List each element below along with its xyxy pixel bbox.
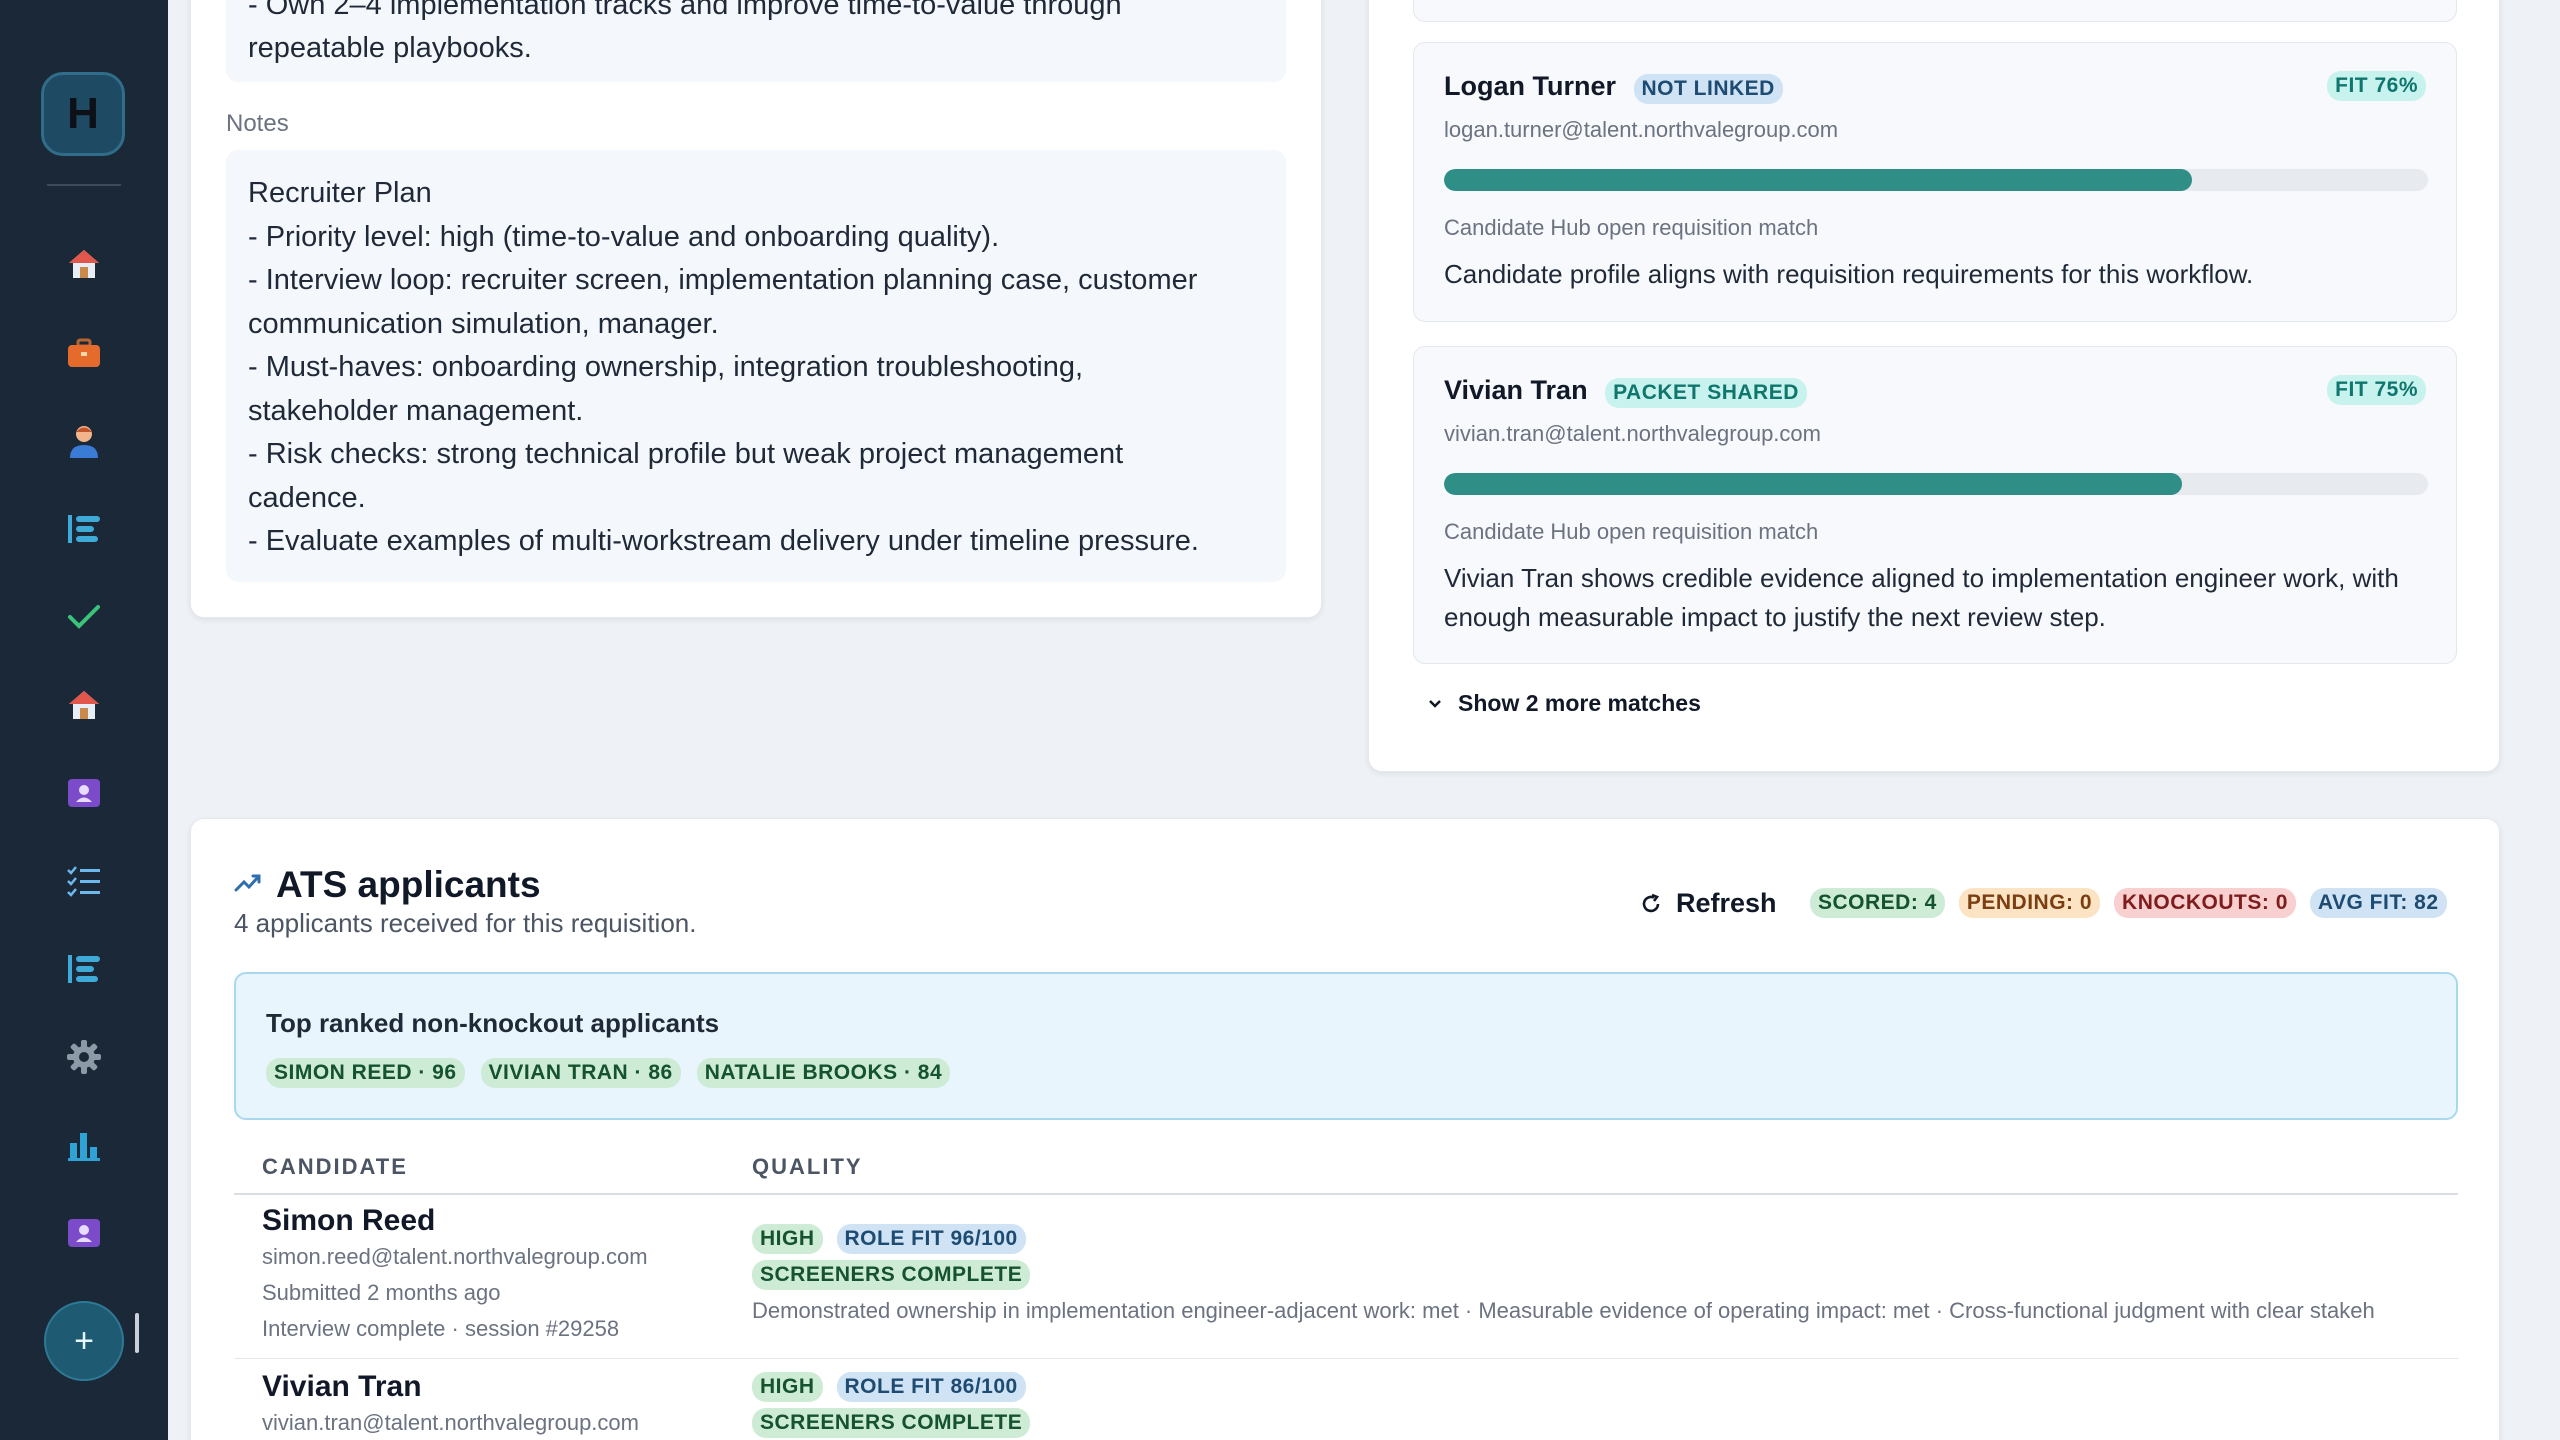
trending-up-icon bbox=[234, 874, 261, 892]
check-icon[interactable] bbox=[64, 597, 104, 637]
screeners-badge: SCREENERS COMPLETE bbox=[752, 1408, 1031, 1438]
home-icon[interactable] bbox=[64, 685, 104, 725]
notes-line: - Interview loop: recruiter screen, impl… bbox=[248, 264, 1198, 296]
refresh-icon bbox=[1642, 893, 1660, 912]
notes-line: - Risk checks: strong technical profile … bbox=[248, 438, 1124, 470]
notes-line: communication simulation, manager. bbox=[248, 307, 719, 340]
candidate-interview-status: Interview complete · session #29258 bbox=[262, 1316, 620, 1341]
top-ranked-chip[interactable]: NATALIE BROOKS · 84 bbox=[696, 1058, 951, 1088]
notes-line: Recruiter Plan bbox=[248, 177, 432, 209]
person-icon[interactable] bbox=[64, 421, 104, 461]
ats-subtitle: 4 applicants received for this requisiti… bbox=[234, 908, 697, 938]
column-header-quality[interactable]: QUALITY bbox=[752, 1154, 863, 1180]
responsibilities-box: - Own 2–4 implementation tracks and impr… bbox=[226, 0, 1286, 82]
fit-badge: FIT 76% bbox=[2327, 71, 2426, 101]
role-fit-badge: ROLE FIT 96/100 bbox=[836, 1224, 1026, 1254]
quality-level-badge: HIGH bbox=[752, 1372, 823, 1402]
contact-card-icon[interactable] bbox=[64, 1213, 104, 1253]
match-card[interactable]: Vivian Tran PACKET SHARED FIT 75% vivian… bbox=[1413, 346, 2457, 664]
match-email: logan.turner@talent.northvalegroup.com bbox=[1444, 117, 1839, 142]
list-icon[interactable] bbox=[64, 949, 104, 989]
notes-line: - Must-haves: onboarding ownership, inte… bbox=[248, 351, 1084, 383]
match-name-text: Logan Turner bbox=[1444, 71, 1616, 101]
match-name: Vivian Tran PACKET SHARED bbox=[1444, 375, 1807, 408]
candidate-email: vivian.tran@talent.northvalegroup.com bbox=[262, 1410, 639, 1435]
add-button[interactable]: + bbox=[44, 1301, 124, 1381]
top-ranked-panel: Top ranked non-knockout applicants SIMON… bbox=[234, 972, 2458, 1120]
match-source: Candidate Hub open requisition match bbox=[1444, 215, 1819, 240]
fit-progress-bar bbox=[1444, 169, 2428, 191]
top-ranked-chip[interactable]: VIVIAN TRAN · 86 bbox=[480, 1058, 681, 1088]
top-ranked-title: Top ranked non-knockout applicants bbox=[266, 1008, 720, 1038]
checklist-icon[interactable] bbox=[64, 861, 104, 901]
refresh-label: Refresh bbox=[1676, 888, 1777, 918]
match-email: vivian.tran@talent.northvalegroup.com bbox=[1444, 421, 1821, 446]
gear-icon[interactable] bbox=[64, 1037, 104, 1077]
match-name: Logan Turner NOT LINKED bbox=[1444, 71, 1783, 104]
quality-badges: HIGH ROLE FIT 96/100 bbox=[752, 1224, 1026, 1254]
top-ranked-chip[interactable]: SIMON REED · 96 bbox=[266, 1058, 465, 1088]
fit-badge: FIT 75% bbox=[2327, 375, 2426, 405]
list-icon[interactable] bbox=[64, 509, 104, 549]
quality-level-badge: HIGH bbox=[752, 1224, 823, 1254]
evidence-summary: Demonstrated ownership in implementation… bbox=[752, 1298, 2375, 1323]
refresh-button[interactable]: Refresh bbox=[1640, 888, 1777, 919]
notes-line: - Evaluate examples of multi-workstream … bbox=[248, 525, 1199, 557]
candidate-name[interactable]: Vivian Tran bbox=[262, 1370, 422, 1404]
fit-progress-fill bbox=[1444, 473, 2182, 495]
responsibility-line: - Own 2–4 implementation tracks and impr… bbox=[248, 0, 1122, 21]
chevron-down-icon bbox=[1429, 699, 1441, 708]
pending-badge: PENDING: 0 bbox=[1958, 888, 2101, 918]
show-more-label: Show 2 more matches bbox=[1458, 690, 1701, 716]
match-description: Candidate profile aligns with requisitio… bbox=[1444, 259, 2254, 289]
notes-box: Recruiter Plan - Priority level: high (t… bbox=[226, 150, 1286, 582]
sidebar-divider bbox=[47, 184, 121, 186]
packet-status-badge: PACKET SHARED bbox=[1605, 378, 1807, 408]
notes-label: Notes bbox=[226, 110, 289, 137]
contact-card-icon[interactable] bbox=[64, 773, 104, 813]
match-card[interactable]: Logan Turner NOT LINKED FIT 76% logan.tu… bbox=[1413, 42, 2457, 322]
scored-badge: SCORED: 4 bbox=[1810, 888, 1945, 918]
quality-badges: SCREENERS COMPLETE bbox=[752, 1260, 1031, 1290]
role-fit-badge: ROLE FIT 86/100 bbox=[836, 1372, 1026, 1402]
avg-fit-badge: AVG FIT: 82 bbox=[2309, 888, 2447, 918]
quality-badges: HIGH ROLE FIT 86/100 bbox=[752, 1372, 1026, 1402]
notes-line: stakeholder management. bbox=[248, 394, 584, 427]
app-logo[interactable]: H bbox=[41, 72, 125, 156]
fit-progress-fill bbox=[1444, 169, 2192, 191]
screeners-badge: SCREENERS COMPLETE bbox=[752, 1260, 1031, 1290]
match-name-text: Vivian Tran bbox=[1444, 375, 1588, 405]
row-divider bbox=[234, 1358, 2458, 1359]
match-source: Candidate Hub open requisition match bbox=[1444, 519, 1819, 544]
candidate-email: simon.reed@talent.northvalegroup.com bbox=[262, 1244, 648, 1269]
fit-progress-bar bbox=[1444, 473, 2428, 495]
previous-match-card[interactable] bbox=[1413, 0, 2457, 22]
show-more-matches-button[interactable]: Show 2 more matches bbox=[1428, 690, 1701, 717]
knockouts-badge: KNOCKOUTS: 0 bbox=[2114, 888, 2296, 918]
sidebar-resize-handle[interactable] bbox=[135, 1313, 139, 1353]
home-icon[interactable] bbox=[64, 244, 104, 284]
candidate-submitted: Submitted 2 months ago bbox=[262, 1280, 501, 1305]
ats-stats: SCORED: 4 PENDING: 0 KNOCKOUTS: 0 AVG FI… bbox=[1810, 888, 2447, 918]
match-description: Vivian Tran shows credible evidence alig… bbox=[1444, 563, 2399, 632]
top-ranked-chips: SIMON REED · 96 VIVIAN TRAN · 86 NATALIE… bbox=[266, 1058, 951, 1088]
responsibility-line: repeatable playbooks. bbox=[248, 32, 532, 64]
table-header-divider bbox=[234, 1193, 2458, 1195]
quality-badges: SCREENERS COMPLETE bbox=[752, 1408, 1031, 1438]
candidate-name[interactable]: Simon Reed bbox=[262, 1204, 435, 1238]
sidebar: H + bbox=[0, 0, 168, 1440]
bar-chart-icon[interactable] bbox=[64, 1125, 104, 1165]
briefcase-icon[interactable] bbox=[64, 333, 104, 373]
column-header-candidate[interactable]: CANDIDATE bbox=[262, 1154, 408, 1180]
notes-line: - Priority level: high (time-to-value an… bbox=[248, 220, 1000, 253]
notes-line: cadence. bbox=[248, 481, 366, 514]
link-status-badge: NOT LINKED bbox=[1633, 74, 1783, 104]
ats-title: ATS applicants bbox=[276, 864, 541, 905]
